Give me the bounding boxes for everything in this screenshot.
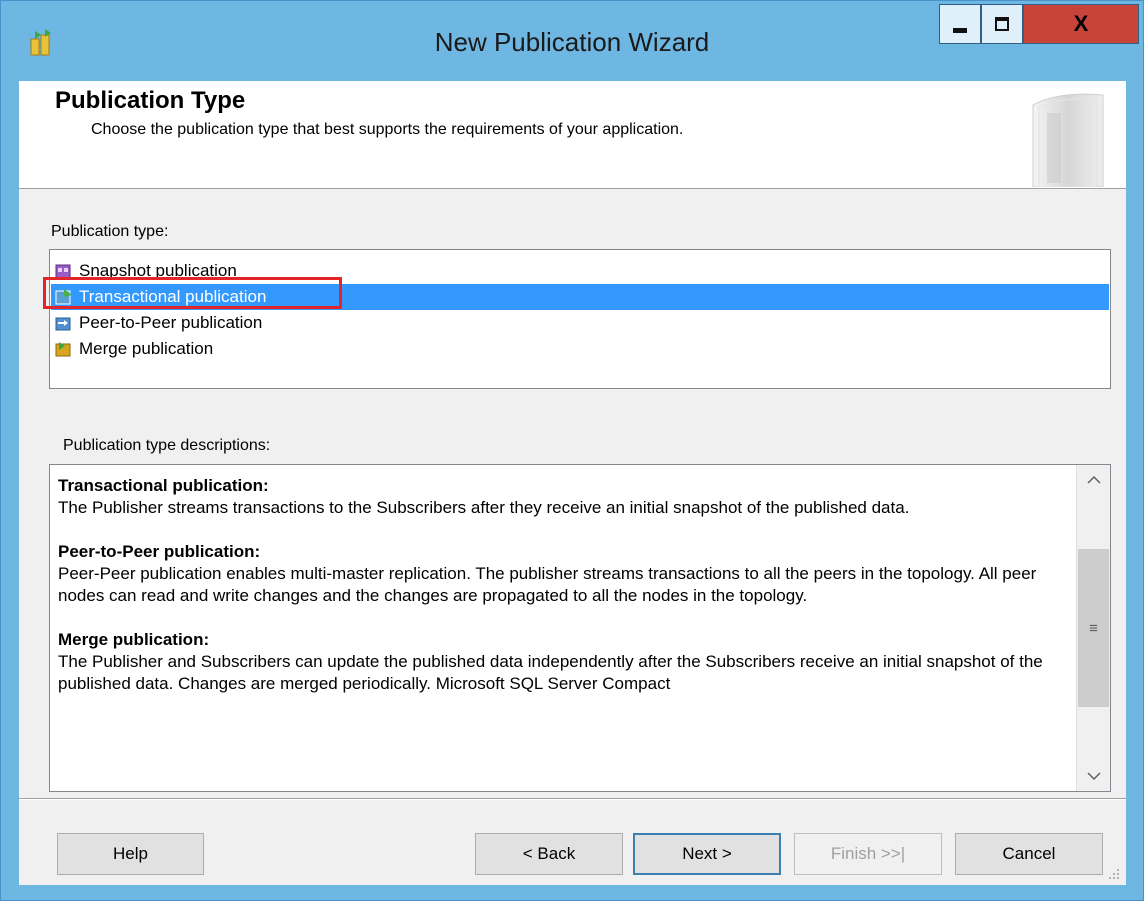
list-item-peer-to-peer-publication[interactable]: Peer-to-Peer publication <box>51 310 1109 336</box>
peer-to-peer-publication-icon <box>55 317 71 331</box>
selection-highlight-box <box>43 277 342 309</box>
description-heading: Merge publication: <box>58 630 210 649</box>
cancel-button[interactable]: Cancel <box>955 833 1103 875</box>
close-button[interactable]: X <box>1023 4 1139 44</box>
description-section-merge: Merge publication: The Publisher and Sub… <box>58 629 1076 695</box>
replication-wizard-icon <box>30 29 51 56</box>
title-bar[interactable]: New Publication Wizard X <box>1 1 1143 81</box>
page-subtitle: Choose the publication type that best su… <box>91 121 684 138</box>
description-section-peer-to-peer: Peer-to-Peer publication: Peer-Peer publ… <box>58 541 1076 607</box>
maximize-icon <box>995 17 1009 31</box>
button-separator <box>19 798 1126 800</box>
list-item-label: Peer-to-Peer publication <box>79 313 263 332</box>
chevron-up-icon <box>1086 475 1101 484</box>
list-item-label: Merge publication <box>79 339 214 358</box>
finish-button[interactable]: Finish >>| <box>794 833 942 875</box>
resize-grip-icon[interactable] <box>1107 867 1121 881</box>
chevron-down-icon <box>1086 772 1101 781</box>
minimize-icon <box>953 27 967 33</box>
help-button[interactable]: Help <box>57 833 204 875</box>
grip-icon: ≡ <box>1089 619 1098 637</box>
close-icon: X <box>1073 11 1089 36</box>
description-heading: Peer-to-Peer publication: <box>58 542 261 561</box>
description-section-transactional: Transactional publication: The Publisher… <box>58 475 1076 519</box>
descriptions-content: Transactional publication: The Publisher… <box>58 475 1076 717</box>
wizard-client-area: Publication Type Choose the publication … <box>19 81 1126 885</box>
scroll-down-button[interactable] <box>1077 761 1110 791</box>
publication-type-label: Publication type: <box>51 223 169 240</box>
descriptions-label: Publication type descriptions: <box>63 437 271 454</box>
merge-publication-icon <box>55 342 71 357</box>
minimize-button[interactable] <box>939 4 981 44</box>
list-item-merge-publication[interactable]: Merge publication <box>51 336 1109 362</box>
description-text: The Publisher and Subscribers can update… <box>58 652 1043 693</box>
page-title: Publication Type <box>55 87 246 114</box>
publication-type-list[interactable]: Snapshot publication Transactional publi… <box>49 249 1111 389</box>
description-heading: Transactional publication: <box>58 476 269 495</box>
vertical-scrollbar[interactable]: ≡ <box>1076 465 1110 791</box>
publication-descriptions-box[interactable]: Transactional publication: The Publisher… <box>49 464 1111 792</box>
description-text: The Publisher streams transactions to th… <box>58 498 910 517</box>
maximize-button[interactable] <box>981 4 1023 44</box>
wizard-window: New Publication Wizard X Publication Typ… <box>0 0 1144 901</box>
scroll-up-button[interactable] <box>1077 465 1110 495</box>
scroll-thumb[interactable]: ≡ <box>1078 549 1109 707</box>
description-text: Peer-Peer publication enables multi-mast… <box>58 564 1037 605</box>
size-grip-dots-icon <box>1109 869 1119 879</box>
wizard-header: Publication Type Choose the publication … <box>19 81 1126 189</box>
wizard-header-graphic <box>1032 93 1104 187</box>
next-button[interactable]: Next > <box>633 833 781 875</box>
back-button[interactable]: < Back <box>475 833 623 875</box>
